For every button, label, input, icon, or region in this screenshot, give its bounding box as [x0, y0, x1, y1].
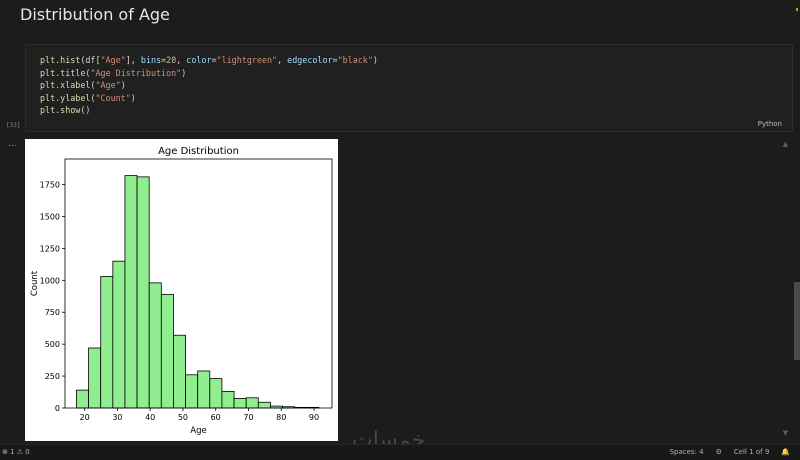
y-axis-label: Count — [30, 270, 40, 296]
problems-indicator[interactable]: ⊗ 1 ⚠ 0 — [2, 448, 30, 456]
output-scroll-up-button[interactable]: ▲ — [783, 140, 788, 148]
histogram-bar — [233, 398, 247, 409]
language-selector[interactable]: Python — [758, 120, 782, 128]
y-tick-label: 1250 — [40, 244, 60, 253]
kernel-icon[interactable]: ⚙ — [716, 448, 722, 456]
y-tick-label: 250 — [45, 372, 60, 381]
histogram-bar — [197, 370, 211, 409]
histogram-bar — [124, 175, 138, 409]
x-tick-label: 30 — [112, 413, 122, 422]
histogram-bar — [112, 260, 126, 409]
bell-icon[interactable]: 🔔 — [781, 448, 790, 456]
y-tick-label: 1750 — [40, 181, 60, 190]
y-tick-label: 1500 — [40, 212, 60, 221]
histogram-bar — [76, 389, 89, 409]
histogram-bar — [100, 276, 114, 409]
x-tick-label: 60 — [211, 413, 221, 422]
histogram-bar — [160, 293, 174, 409]
y-tick-label: 0 — [55, 404, 60, 413]
histogram-bar — [257, 401, 271, 409]
x-tick-label: 80 — [276, 413, 286, 422]
vertical-scrollbar-thumb[interactable] — [794, 282, 800, 360]
histogram-bar — [185, 374, 199, 409]
x-tick-label: 40 — [145, 413, 155, 422]
indentation-status[interactable]: Spaces: 4 — [670, 448, 704, 456]
histogram-bar — [148, 282, 162, 409]
histogram-bar — [136, 176, 150, 409]
code-editor[interactable]: plt.hist(df["Age"], bins=20, color="ligh… — [40, 54, 378, 117]
cell-position-status[interactable]: Cell 1 of 9 — [734, 448, 769, 456]
histogram-figure: 20 30 40 50 60 70 80 90 0 250 500 750 1000 1250 1500 17… — [25, 139, 338, 441]
histogram-bar — [209, 378, 223, 409]
chart-title: Age Distribution — [158, 146, 239, 157]
x-tick-label: 90 — [309, 413, 319, 422]
y-tick-label: 1000 — [40, 276, 60, 285]
code-cell[interactable]: plt.hist(df["Age"], bins=20, color="ligh… — [25, 44, 793, 132]
histogram-bar — [173, 334, 186, 409]
histogram-bar — [221, 390, 235, 409]
output-more-button[interactable]: ... — [8, 139, 17, 149]
y-tick-label: 750 — [45, 308, 60, 317]
output-scroll-down-button[interactable]: ▼ — [783, 429, 788, 437]
x-axis-label: Age — [190, 426, 206, 436]
age-histogram: 20 30 40 50 60 70 80 90 0 250 500 750 1000 1250 1500 17… — [30, 146, 333, 436]
histogram-bar — [245, 397, 259, 409]
x-tick-label: 50 — [178, 413, 188, 422]
modified-indicator — [796, 8, 798, 11]
x-tick-label: 20 — [80, 413, 90, 422]
y-tick-label: 500 — [45, 340, 60, 349]
histogram-bar — [88, 347, 102, 409]
notebook-heading: Distribution of Age — [20, 5, 170, 24]
status-bar: ⊗ 1 ⚠ 0 Spaces: 4 ⚙ Cell 1 of 9 🔔 — [0, 444, 800, 460]
x-tick-label: 70 — [243, 413, 253, 422]
execution-count: [33] — [6, 122, 21, 129]
